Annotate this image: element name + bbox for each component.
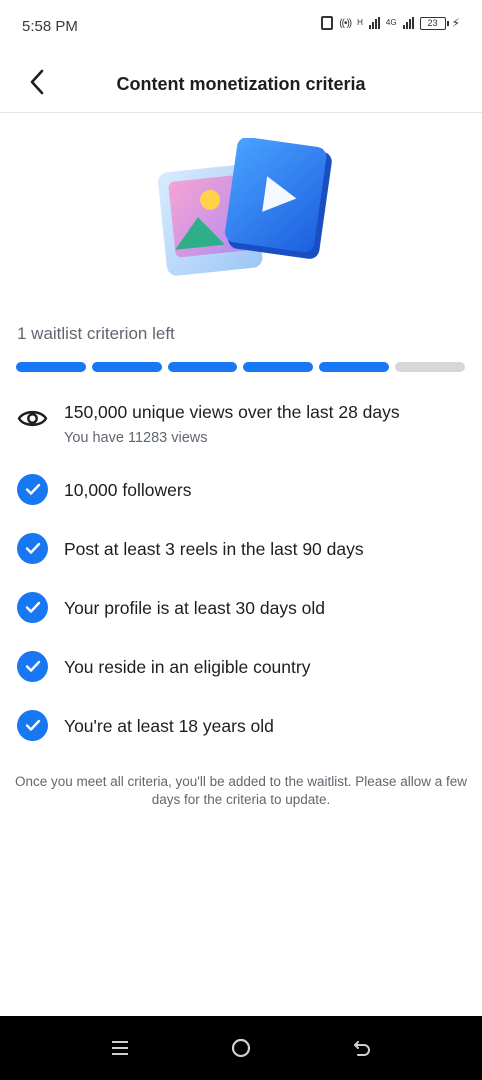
status-icons: ((•)) H 4G 23 ⚡ [321,16,460,30]
check-icon [17,533,48,564]
nav-back-button[interactable] [348,1034,376,1062]
photo-video-illustration-icon [158,137,332,276]
progress-segment-complete [167,362,238,372]
criterion-title: You reside in an eligible country [64,657,311,677]
progress-segment-complete [243,362,314,372]
vibrate-icon [321,16,334,30]
criterion-title: 150,000 unique views over the last 28 da… [64,402,400,422]
system-nav-bar [0,1016,482,1080]
back-icon [354,1041,370,1056]
eye-icon [17,403,48,434]
criterion-title: 10,000 followers [64,480,192,500]
waitlist-footnote: Once you meet all criteria, you'll be ad… [14,774,468,807]
criterion-subtitle: You have 11283 views [64,430,208,446]
menu-button[interactable] [106,1034,134,1062]
page-title: Content monetization criteria [116,74,366,94]
progress-segment-complete [91,362,162,372]
home-icon [231,1038,251,1058]
criterion-title: Post at least 3 reels in the last 90 day… [64,539,364,559]
status-time: 5:58 PM [22,18,78,35]
check-icon [17,710,48,741]
signal-icon-2 [402,17,414,29]
progress-segment-complete [319,362,390,372]
status-bar: 5:58 PM ((•)) H 4G 23 ⚡ [0,0,482,52]
charging-icon: ⚡ [451,16,460,30]
battery-icon: 23 [419,16,449,30]
signal-icon [368,17,380,29]
menu-icon [112,1041,128,1055]
header: Content monetization criteria [0,52,482,113]
hotspot-icon: ((•)) [339,17,352,29]
check-icon [17,474,48,505]
waitlist-status-text: 1 waitlist criterion left [17,324,175,343]
criterion-title: Your profile is at least 30 days old [64,598,326,618]
progress-segment-pending [395,362,465,372]
progress-segment-complete [16,362,86,372]
monetization-illustration [150,137,335,288]
network-4g-label: 4G [385,18,397,27]
network-h-label: H [357,18,363,27]
check-icon [17,592,48,623]
criteria-progress-bar [16,362,465,372]
criterion-title: You're at least 18 years old [64,716,274,736]
home-button[interactable] [227,1034,255,1062]
check-icon [17,651,48,682]
